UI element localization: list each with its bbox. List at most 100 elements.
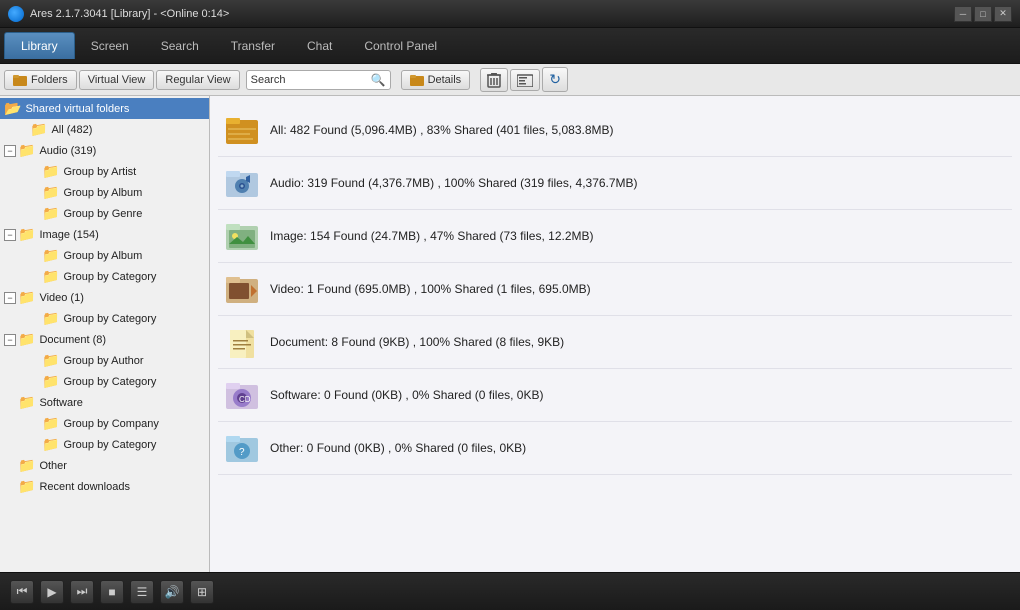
virtual-view-button[interactable]: Virtual View — [79, 70, 155, 90]
sidebar-item-label: Group by Album — [63, 187, 142, 199]
tab-chat[interactable]: Chat — [291, 33, 348, 59]
image-content-icon — [224, 218, 260, 254]
sidebar-item-document[interactable]: − 📁 Document (8) — [0, 329, 209, 350]
export-icon — [517, 73, 533, 87]
play-button[interactable]: ▶ — [40, 580, 64, 604]
sidebar-item-document-category[interactable]: 📁 Group by Category — [0, 371, 209, 392]
tab-transfer[interactable]: Transfer — [215, 33, 291, 59]
expand-image[interactable]: − — [4, 229, 16, 241]
sidebar-item-image-category[interactable]: 📁 Group by Category — [0, 266, 209, 287]
sidebar-item-image-album[interactable]: 📁 Group by Album — [0, 245, 209, 266]
content-row-audio[interactable]: Audio: 319 Found (4,376.7MB) , 100% Shar… — [218, 157, 1012, 210]
sidebar-item-label: Other — [39, 460, 67, 472]
audio-folder-icon: 📁 — [18, 142, 35, 159]
volume-icon: 🔊 — [165, 585, 180, 599]
tab-control-panel[interactable]: Control Panel — [348, 33, 453, 59]
main-area: 📂 Shared virtual folders 📁 All (482) − 📁… — [0, 96, 1020, 572]
menubar: Library Screen Search Transfer Chat Cont… — [0, 28, 1020, 64]
playlist-icon: ☰ — [137, 585, 148, 599]
search-icon: 🔍 — [371, 73, 386, 87]
sidebar-item-audio-artist[interactable]: 📁 Group by Artist — [0, 161, 209, 182]
image-folder-icon: 📁 — [18, 226, 35, 243]
tab-library[interactable]: Library — [4, 32, 75, 59]
sidebar-item-label: Group by Category — [63, 376, 156, 388]
minimize-button[interactable]: ─ — [954, 6, 972, 22]
sidebar-item-video-category[interactable]: 📁 Group by Category — [0, 308, 209, 329]
content-row-text: All: 482 Found (5,096.4MB) , 83% Shared … — [270, 123, 614, 137]
sidebar-item-software[interactable]: 📁 Software — [0, 392, 209, 413]
delete-icon — [487, 72, 501, 88]
sidebar-item-other[interactable]: 📁 Other — [0, 455, 209, 476]
window-title: Ares 2.1.7.3041 [Library] - <Online 0:14… — [30, 8, 954, 20]
expand-video[interactable]: − — [4, 292, 16, 304]
details-button[interactable]: Details — [401, 70, 471, 90]
content-row-video[interactable]: Video: 1 Found (695.0MB) , 100% Shared (… — [218, 263, 1012, 316]
folder-icon — [13, 74, 27, 86]
recent-folder-icon: 📁 — [18, 478, 35, 495]
next-button[interactable]: ⏭ — [70, 580, 94, 604]
sidebar-item-label: Recent downloads — [39, 481, 130, 493]
svg-text:?: ? — [239, 447, 245, 458]
sidebar-item-document-author[interactable]: 📁 Group by Author — [0, 350, 209, 371]
content-row-other[interactable]: ? Other: 0 Found (0KB) , 0% Shared (0 fi… — [218, 422, 1012, 475]
sidebar-item-label: Group by Artist — [63, 166, 136, 178]
maximize-button[interactable]: □ — [974, 6, 992, 22]
refresh-button[interactable]: ↻ — [542, 67, 568, 92]
sidebar-item-audio[interactable]: − 📁 Audio (319) — [0, 140, 209, 161]
prev-button[interactable]: ⏮ — [10, 580, 34, 604]
titlebar: Ares 2.1.7.3041 [Library] - <Online 0:14… — [0, 0, 1020, 28]
document-author-icon: 📁 — [42, 352, 59, 369]
search-input[interactable] — [251, 74, 371, 86]
stop-button[interactable]: ■ — [100, 580, 124, 604]
regular-view-label: Regular View — [165, 74, 230, 86]
sidebar-item-software-company[interactable]: 📁 Group by Company — [0, 413, 209, 434]
content-row-image[interactable]: Image: 154 Found (24.7MB) , 47% Shared (… — [218, 210, 1012, 263]
expand-audio[interactable]: − — [4, 145, 16, 157]
export-button[interactable] — [510, 69, 540, 91]
content-row-document[interactable]: Document: 8 Found (9KB) , 100% Shared (8… — [218, 316, 1012, 369]
sidebar-item-software-category[interactable]: 📁 Group by Category — [0, 434, 209, 455]
image-category-icon: 📁 — [42, 268, 59, 285]
close-button[interactable]: ✕ — [994, 6, 1012, 22]
tab-search[interactable]: Search — [145, 33, 215, 59]
next-icon: ⏭ — [77, 584, 88, 599]
audio-album-icon: 📁 — [42, 184, 59, 201]
sidebar-item-label: Group by Category — [63, 313, 156, 325]
content-row-software[interactable]: CD Software: 0 Found (0KB) , 0% Shared (… — [218, 369, 1012, 422]
folders-button[interactable]: Folders — [4, 70, 77, 90]
sidebar-item-audio-genre[interactable]: 📁 Group by Genre — [0, 203, 209, 224]
sidebar-item-label: Audio (319) — [39, 145, 96, 157]
sidebar-item-audio-album[interactable]: 📁 Group by Album — [0, 182, 209, 203]
tab-screen[interactable]: Screen — [75, 33, 145, 59]
play-icon: ▶ — [47, 585, 56, 599]
document-folder-icon: 📁 — [18, 331, 35, 348]
software-content-icon: CD — [224, 377, 260, 413]
sidebar-item-shared-virtual[interactable]: 📂 Shared virtual folders — [0, 98, 209, 119]
sidebar-item-video[interactable]: − 📁 Video (1) — [0, 287, 209, 308]
eq-icon: ⊞ — [197, 585, 207, 599]
content-row-all[interactable]: All: 482 Found (5,096.4MB) , 83% Shared … — [218, 104, 1012, 157]
sidebar: 📂 Shared virtual folders 📁 All (482) − 📁… — [0, 96, 210, 572]
document-category-icon: 📁 — [42, 373, 59, 390]
eq-button[interactable]: ⊞ — [190, 580, 214, 604]
other-content-icon: ? — [224, 430, 260, 466]
content-row-text: Document: 8 Found (9KB) , 100% Shared (8… — [270, 335, 564, 349]
player-bar: ⏮ ▶ ⏭ ■ ☰ 🔊 ⊞ — [0, 572, 1020, 610]
regular-view-button[interactable]: Regular View — [156, 70, 239, 90]
sidebar-item-image[interactable]: − 📁 Image (154) — [0, 224, 209, 245]
sidebar-item-recent[interactable]: 📁 Recent downloads — [0, 476, 209, 497]
search-box: 🔍 — [246, 70, 391, 90]
playlist-button[interactable]: ☰ — [130, 580, 154, 604]
software-company-icon: 📁 — [42, 415, 59, 432]
sidebar-item-label: Image (154) — [39, 229, 98, 241]
window-controls: ─ □ ✕ — [954, 6, 1012, 22]
volume-button[interactable]: 🔊 — [160, 580, 184, 604]
sidebar-item-all[interactable]: 📁 All (482) — [0, 119, 209, 140]
content-row-text: Audio: 319 Found (4,376.7MB) , 100% Shar… — [270, 176, 638, 190]
sidebar-item-label: Group by Album — [63, 250, 142, 262]
sidebar-item-label: Software — [39, 397, 82, 409]
app-icon — [8, 6, 24, 22]
expand-document[interactable]: − — [4, 334, 16, 346]
content-area: All: 482 Found (5,096.4MB) , 83% Shared … — [210, 96, 1020, 572]
delete-button[interactable] — [480, 68, 508, 92]
